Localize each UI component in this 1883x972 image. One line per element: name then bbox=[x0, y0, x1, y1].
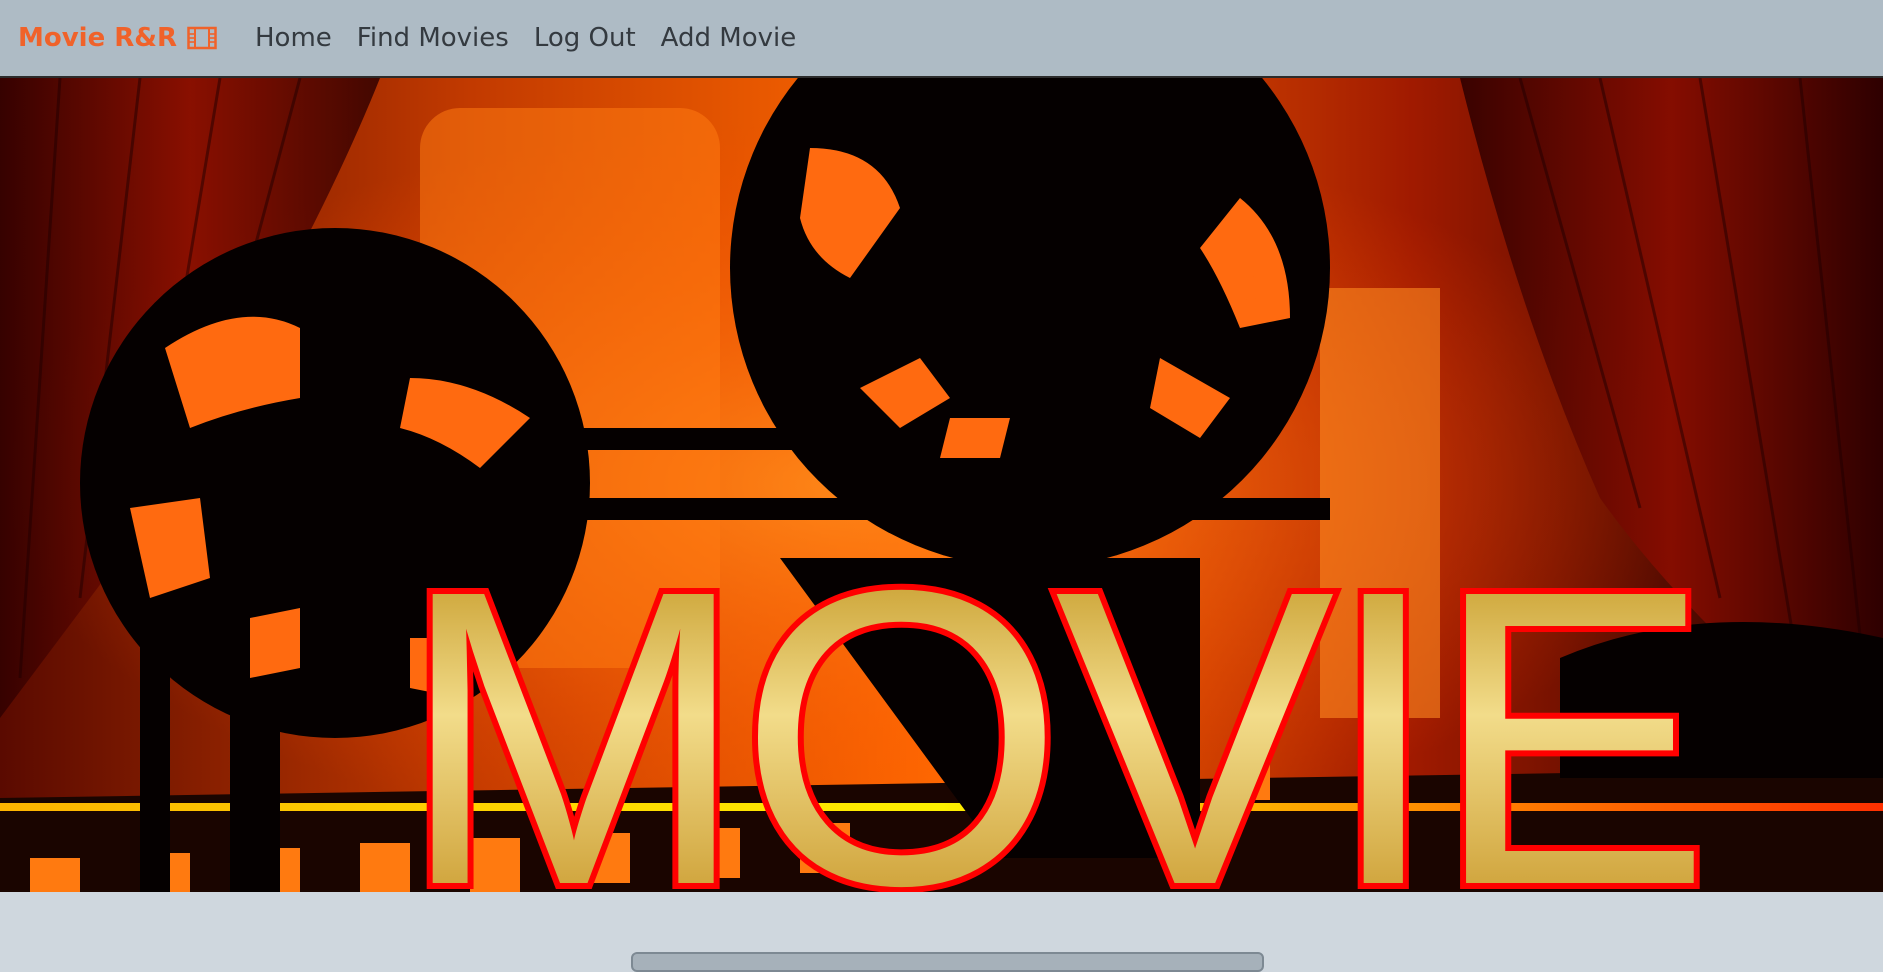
top-navbar: Movie R&R Home Find Movies Log Out Add M… bbox=[0, 0, 1883, 78]
hero-banner: MOVIE bbox=[0, 78, 1883, 892]
svg-text:MOVIE: MOVIE bbox=[398, 543, 1702, 892]
nav-home[interactable]: Home bbox=[255, 23, 332, 53]
nav-log-out[interactable]: Log Out bbox=[534, 23, 636, 53]
brand-name: Movie R&R bbox=[18, 23, 177, 53]
nav-add-movie[interactable]: Add Movie bbox=[661, 23, 797, 53]
hero-title: MOVIE bbox=[392, 543, 1718, 892]
nav-find-movies[interactable]: Find Movies bbox=[357, 23, 509, 53]
brand-link[interactable]: Movie R&R bbox=[18, 23, 217, 53]
content-panel bbox=[631, 952, 1264, 972]
film-icon bbox=[187, 26, 217, 50]
